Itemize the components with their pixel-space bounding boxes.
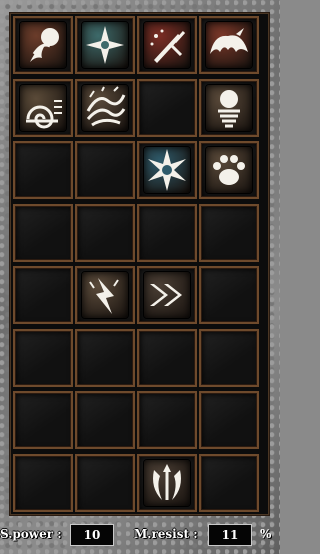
skill-slot[interactable] — [137, 391, 197, 449]
skill-slot[interactable] — [13, 203, 73, 262]
magic-resist-value: 11 — [208, 524, 252, 546]
skill-grid — [9, 12, 270, 516]
skill-slot[interactable] — [137, 141, 197, 199]
spiked-wave-icon[interactable] — [82, 84, 128, 131]
skill-slot[interactable] — [137, 453, 197, 512]
lightning-hand-icon[interactable] — [82, 272, 128, 318]
skill-slot[interactable] — [75, 203, 135, 262]
magic-resist-label: M.resist : — [134, 527, 198, 541]
skill-slot[interactable] — [13, 78, 73, 137]
skill-slot[interactable] — [13, 266, 73, 324]
double-arrow-icon[interactable] — [144, 272, 190, 318]
spell-power-value: 10 — [70, 524, 114, 546]
skill-slot[interactable] — [13, 391, 73, 449]
skill-slot[interactable] — [137, 328, 197, 387]
skill-slot[interactable] — [199, 328, 259, 387]
skill-slot[interactable] — [75, 391, 135, 449]
skill-slot[interactable] — [137, 78, 197, 137]
skill-slot[interactable] — [199, 78, 259, 137]
skill-slot[interactable] — [199, 16, 259, 74]
skill-slot[interactable] — [75, 453, 135, 512]
skill-slot[interactable] — [199, 203, 259, 262]
skill-slot[interactable] — [199, 141, 259, 199]
bat-wings-icon[interactable] — [206, 22, 252, 68]
fireball-icon[interactable] — [20, 22, 66, 68]
skill-slot[interactable] — [137, 203, 197, 262]
orb-pillar-icon[interactable] — [206, 84, 252, 131]
skill-slot[interactable] — [137, 266, 197, 324]
shuriken-icon[interactable] — [82, 22, 128, 68]
ice-star-icon[interactable] — [144, 147, 190, 193]
sword-sparkle-icon[interactable] — [144, 22, 190, 68]
skill-slot[interactable] — [13, 328, 73, 387]
skill-slot[interactable] — [13, 141, 73, 199]
skill-slot[interactable] — [75, 78, 135, 137]
stats-bar: S.power : 10 M.resist : 11 % — [0, 520, 280, 554]
skill-slot[interactable] — [199, 391, 259, 449]
skill-slot[interactable] — [75, 266, 135, 324]
percent-sign: % — [260, 527, 272, 541]
paw-print-icon[interactable] — [206, 147, 252, 193]
snail-spiral-icon[interactable] — [20, 84, 66, 131]
skill-slot[interactable] — [75, 16, 135, 74]
skill-slot[interactable] — [13, 16, 73, 74]
spell-power-label: S.power : — [0, 527, 62, 541]
skill-slot[interactable] — [75, 141, 135, 199]
skill-slot[interactable] — [199, 266, 259, 324]
skill-slot[interactable] — [199, 453, 259, 512]
skill-slot[interactable] — [13, 453, 73, 512]
skill-slot[interactable] — [75, 328, 135, 387]
tribal-horns-icon[interactable] — [144, 459, 190, 506]
skill-slot[interactable] — [137, 16, 197, 74]
